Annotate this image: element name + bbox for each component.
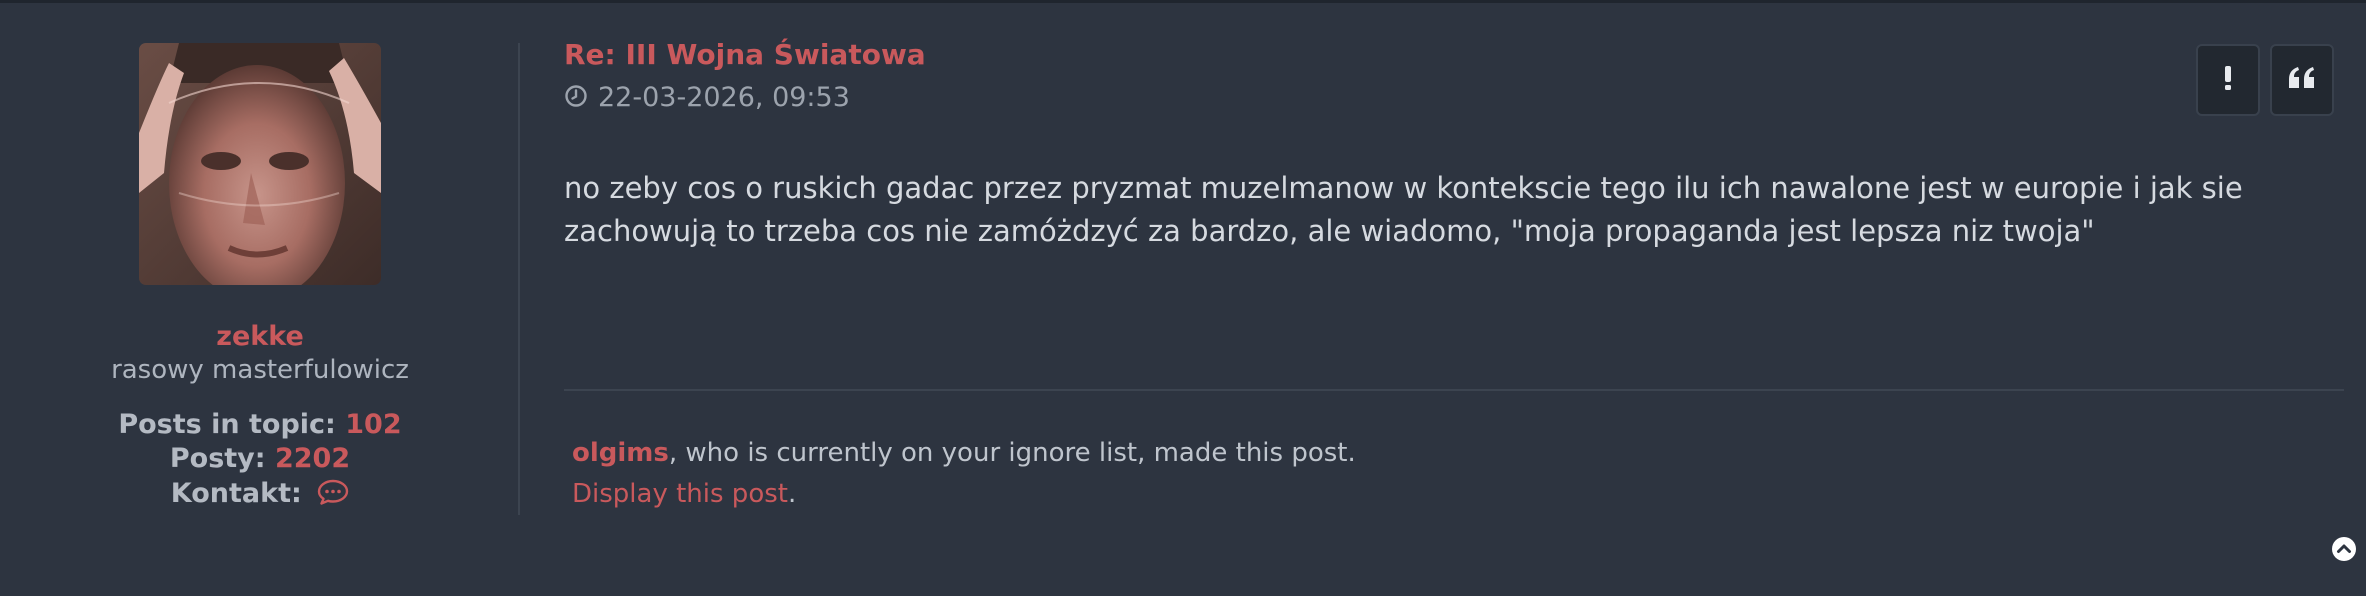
exclamation-icon bbox=[2222, 65, 2234, 95]
quote-icon bbox=[2287, 66, 2317, 94]
chat-bubble-icon[interactable] bbox=[317, 479, 349, 512]
post-profile: zekke rasowy masterfulowicz Posts in top… bbox=[0, 3, 520, 596]
display-post-trailing: . bbox=[787, 479, 797, 509]
profile-divider bbox=[518, 43, 520, 515]
ignore-notice-text: , who is currently on your ignore list, … bbox=[668, 438, 1356, 468]
contact: Kontakt: bbox=[0, 478, 520, 512]
post-date-text: 22-03-2026, 09:53 bbox=[598, 82, 850, 113]
scroll-to-top-button[interactable] bbox=[2331, 536, 2357, 562]
post-date: 22-03-2026, 09:53 bbox=[564, 82, 850, 115]
posts-in-topic-label: Posts in topic: bbox=[118, 409, 336, 440]
contact-label: Kontakt: bbox=[170, 478, 302, 509]
posts-in-topic: Posts in topic: 102 bbox=[0, 409, 520, 440]
user-rank: rasowy masterfulowicz bbox=[111, 355, 409, 385]
avatar-image bbox=[139, 43, 381, 285]
post-count-label: Posty: bbox=[169, 443, 266, 474]
post-title[interactable]: Re: III Wojna Światowa bbox=[564, 38, 926, 71]
ignored-username-link[interactable]: olgims bbox=[572, 438, 669, 468]
avatar[interactable] bbox=[139, 43, 381, 285]
display-post-link[interactable]: Display this post bbox=[572, 479, 788, 509]
forum-post: zekke rasowy masterfulowicz Posts in top… bbox=[0, 3, 2366, 596]
post-content: no zeby cos o ruskich gadac przez pryzma… bbox=[564, 171, 2243, 248]
username-link[interactable]: zekke bbox=[0, 321, 520, 352]
clock-icon bbox=[564, 84, 588, 115]
quote-button[interactable] bbox=[2270, 44, 2334, 116]
content-divider bbox=[564, 389, 2344, 391]
ignore-notice: olgims, who is currently on your ignore … bbox=[572, 433, 1356, 515]
report-button[interactable] bbox=[2196, 44, 2260, 116]
post-count: Posty: 2202 bbox=[0, 443, 520, 474]
chevron-up-circle-icon bbox=[2331, 537, 2357, 566]
post-count-value[interactable]: 2202 bbox=[275, 443, 350, 474]
posts-in-topic-value[interactable]: 102 bbox=[345, 409, 401, 440]
